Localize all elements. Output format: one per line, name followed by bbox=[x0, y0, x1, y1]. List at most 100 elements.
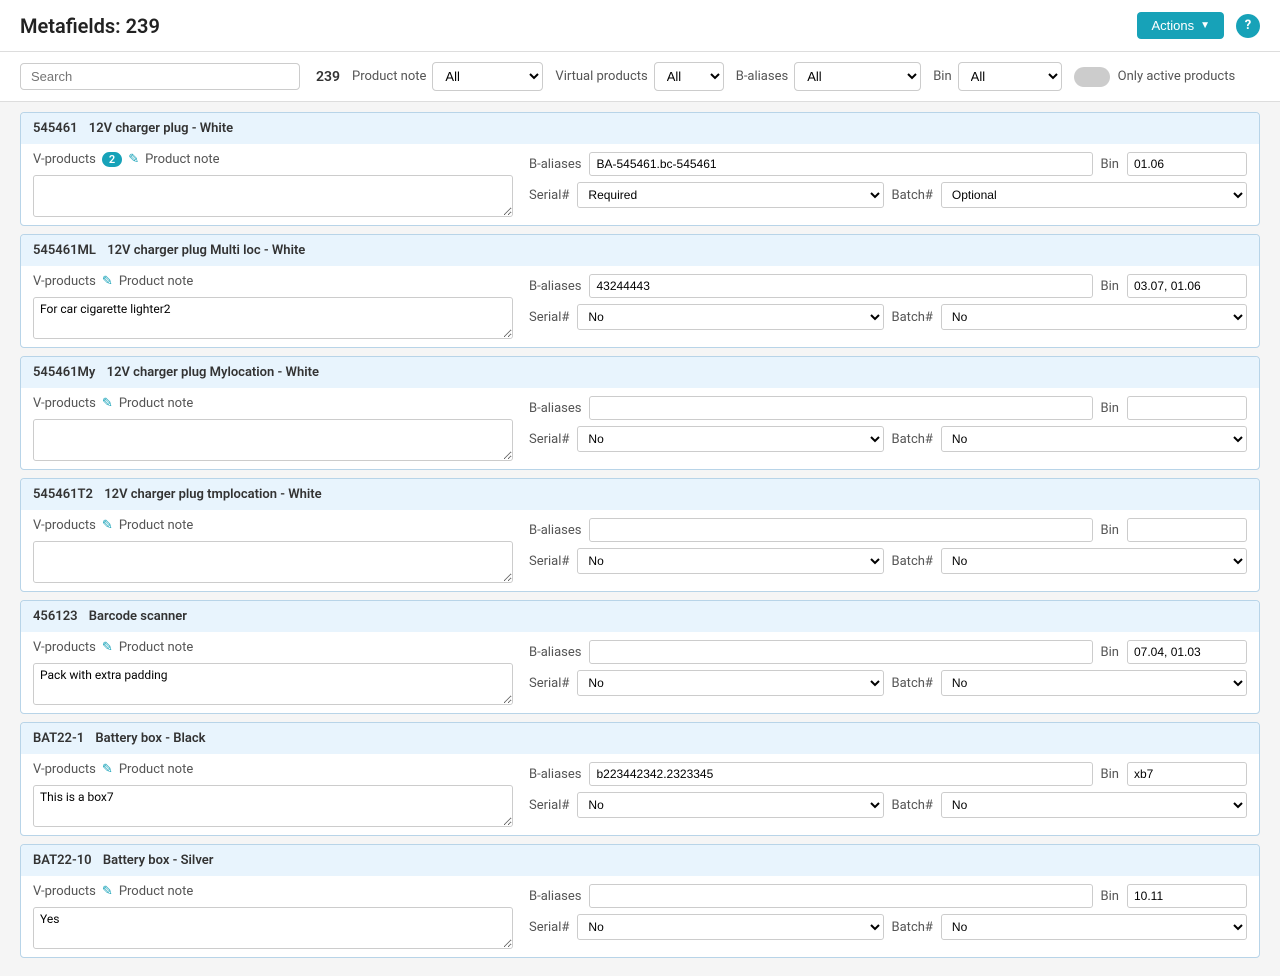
bin-input[interactable] bbox=[1127, 640, 1247, 664]
b-aliases-label: B-aliases bbox=[529, 767, 581, 782]
product-note-textarea[interactable]: Yes bbox=[33, 907, 513, 949]
serial-select[interactable]: NoRequiredOptional bbox=[577, 792, 883, 818]
product-name: 12V charger plug tmplocation - White bbox=[101, 487, 322, 502]
batch-label: Batch# bbox=[892, 188, 933, 203]
product-note-label: Product note bbox=[119, 274, 193, 289]
serial-label: Serial# bbox=[529, 554, 569, 569]
bin-label: Bin bbox=[1101, 279, 1119, 294]
product-note-textarea[interactable]: This is a box7 bbox=[33, 785, 513, 827]
bin-input[interactable] bbox=[1127, 274, 1247, 298]
product-left-col: V-products ✎ Product note For car cigare… bbox=[33, 274, 513, 339]
serial-label: Serial# bbox=[529, 676, 569, 691]
serial-select[interactable]: NoRequiredOptional bbox=[577, 182, 883, 208]
v-products-label: V-products bbox=[33, 274, 96, 289]
only-active-toggle[interactable] bbox=[1074, 67, 1110, 87]
product-note-textarea[interactable] bbox=[33, 541, 513, 583]
v-products-label: V-products bbox=[33, 762, 96, 777]
product-right-col: B-aliases Bin Serial# NoRequiredOptional… bbox=[529, 640, 1247, 696]
b-aliases-input[interactable] bbox=[589, 640, 1092, 664]
product-note-filter-label: Product note bbox=[352, 69, 426, 84]
bin-input[interactable] bbox=[1127, 396, 1247, 420]
v-products-label: V-products bbox=[33, 152, 96, 167]
product-right-col: B-aliases Bin Serial# NoRequiredOptional… bbox=[529, 884, 1247, 940]
product-block: BAT22-1 Battery box - Black V-products ✎… bbox=[20, 722, 1260, 836]
bin-input[interactable] bbox=[1127, 884, 1247, 908]
product-name: Barcode scanner bbox=[86, 609, 187, 624]
virtual-products-select[interactable]: AllYesNo bbox=[654, 62, 724, 91]
product-right-col: B-aliases Bin Serial# NoRequiredOptional… bbox=[529, 152, 1247, 208]
batch-label: Batch# bbox=[892, 554, 933, 569]
product-note-textarea[interactable]: For car cigarette lighter2 bbox=[33, 297, 513, 339]
product-block: 545461T2 12V charger plug tmplocation - … bbox=[20, 478, 1260, 592]
bin-input[interactable] bbox=[1127, 518, 1247, 542]
batch-select[interactable]: NoRequiredOptional bbox=[941, 304, 1247, 330]
product-note-label: Product note bbox=[119, 396, 193, 411]
help-icon[interactable]: ? bbox=[1236, 14, 1260, 38]
edit-v-products-icon[interactable]: ✎ bbox=[102, 396, 113, 411]
serial-select[interactable]: NoRequiredOptional bbox=[577, 914, 883, 940]
virtual-products-label: Virtual products bbox=[555, 69, 647, 84]
edit-v-products-icon[interactable]: ✎ bbox=[102, 884, 113, 899]
product-block: BAT22-10 Battery box - Silver V-products… bbox=[20, 844, 1260, 958]
edit-v-products-icon[interactable]: ✎ bbox=[102, 640, 113, 655]
edit-v-products-icon[interactable]: ✎ bbox=[102, 518, 113, 533]
product-header: BAT22-10 Battery box - Silver bbox=[21, 845, 1259, 876]
b-aliases-input[interactable] bbox=[589, 152, 1092, 176]
b-aliases-input[interactable] bbox=[589, 396, 1092, 420]
v-products-label: V-products bbox=[33, 640, 96, 655]
b-aliases-input[interactable] bbox=[589, 884, 1092, 908]
b-aliases-label: B-aliases bbox=[529, 401, 581, 416]
serial-select[interactable]: NoRequiredOptional bbox=[577, 426, 883, 452]
product-left-col: V-products ✎ Product note Yes bbox=[33, 884, 513, 949]
batch-select[interactable]: NoRequiredOptional bbox=[941, 914, 1247, 940]
b-aliases-input[interactable] bbox=[589, 274, 1092, 298]
serial-select[interactable]: NoRequiredOptional bbox=[577, 548, 883, 574]
product-left-col: V-products ✎ Product note Pack with extr… bbox=[33, 640, 513, 705]
v-products-label: V-products bbox=[33, 396, 96, 411]
batch-select[interactable]: NoRequiredOptional bbox=[941, 670, 1247, 696]
product-body: V-products ✎ Product note Yes B-aliases … bbox=[21, 876, 1259, 957]
batch-label: Batch# bbox=[892, 920, 933, 935]
product-left-col: V-products 2 ✎ Product note bbox=[33, 152, 513, 217]
edit-v-products-icon[interactable]: ✎ bbox=[102, 762, 113, 777]
b-aliases-input[interactable] bbox=[589, 762, 1092, 786]
serial-label: Serial# bbox=[529, 798, 569, 813]
b-aliases-input[interactable] bbox=[589, 518, 1092, 542]
edit-v-products-icon[interactable]: ✎ bbox=[128, 152, 139, 167]
batch-select[interactable]: NoRequiredOptional bbox=[941, 426, 1247, 452]
products-list: 545461 12V charger plug - White V-produc… bbox=[0, 102, 1280, 976]
search-input[interactable] bbox=[20, 63, 300, 90]
b-aliases-select[interactable]: AllWith aliasesWithout aliases bbox=[794, 62, 921, 91]
product-note-textarea[interactable] bbox=[33, 419, 513, 461]
v-products-row: V-products ✎ Product note bbox=[33, 762, 513, 777]
bin-select[interactable]: AllWith binWithout bin bbox=[958, 62, 1062, 91]
product-note-select[interactable]: AllWith noteWithout note bbox=[432, 62, 543, 91]
product-note-textarea[interactable] bbox=[33, 175, 513, 217]
bin-filter: Bin AllWith binWithout bin bbox=[933, 62, 1061, 91]
product-note-label: Product note bbox=[145, 152, 219, 167]
page-title: Metafields: 239 bbox=[20, 14, 160, 38]
product-id: 545461T2 bbox=[33, 487, 93, 502]
batch-select[interactable]: NoRequiredOptional bbox=[941, 548, 1247, 574]
product-body: V-products ✎ Product note Pack with extr… bbox=[21, 632, 1259, 713]
product-note-textarea[interactable]: Pack with extra padding bbox=[33, 663, 513, 705]
product-block: 545461 12V charger plug - White V-produc… bbox=[20, 112, 1260, 226]
bin-label: Bin bbox=[933, 69, 951, 84]
product-note-label: Product note bbox=[119, 518, 193, 533]
edit-v-products-icon[interactable]: ✎ bbox=[102, 274, 113, 289]
serial-select[interactable]: NoRequiredOptional bbox=[577, 304, 883, 330]
v-products-row: V-products ✎ Product note bbox=[33, 274, 513, 289]
serial-label: Serial# bbox=[529, 432, 569, 447]
batch-select[interactable]: NoRequiredOptional bbox=[941, 792, 1247, 818]
batch-select[interactable]: NoRequiredOptional bbox=[941, 182, 1247, 208]
only-active-label: Only active products bbox=[1118, 69, 1236, 84]
serial-label: Serial# bbox=[529, 310, 569, 325]
serial-select[interactable]: NoRequiredOptional bbox=[577, 670, 883, 696]
product-left-col: V-products ✎ Product note This is a box7 bbox=[33, 762, 513, 827]
product-block: 545461ML 12V charger plug Multi loc - Wh… bbox=[20, 234, 1260, 348]
bin-input[interactable] bbox=[1127, 152, 1247, 176]
header-actions: Actions ? bbox=[1137, 12, 1260, 39]
bin-input[interactable] bbox=[1127, 762, 1247, 786]
actions-button[interactable]: Actions bbox=[1137, 12, 1224, 39]
bin-label: Bin bbox=[1101, 401, 1119, 416]
